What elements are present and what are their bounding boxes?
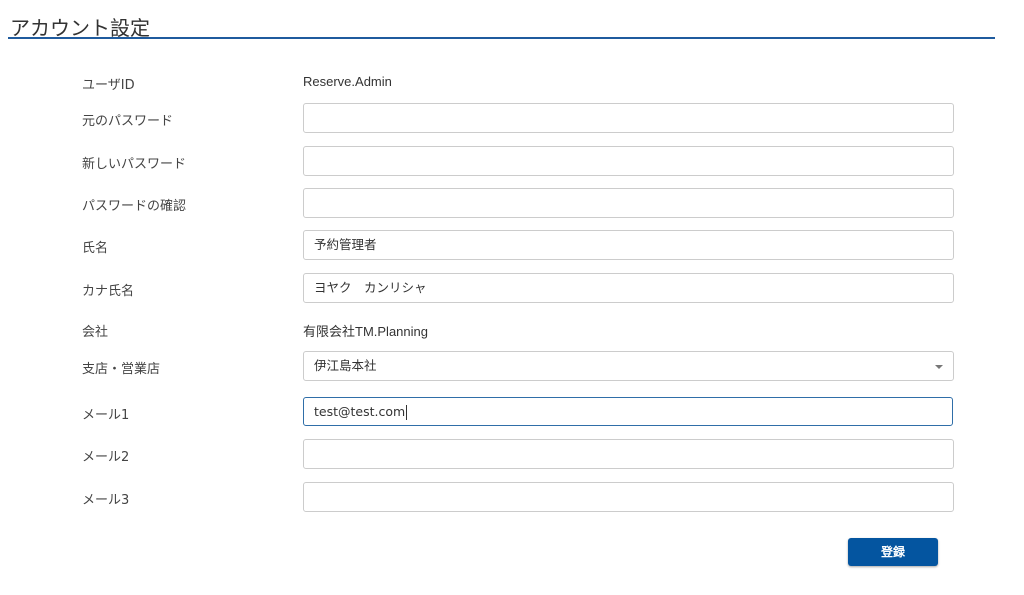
kana-name-input[interactable]: ヨヤク カンリシャ (303, 273, 954, 303)
mail1-input-value: test@test.com (314, 404, 406, 419)
new-password-label: 新しいパスワード (82, 157, 187, 172)
submit-button[interactable]: 登録 (848, 538, 938, 566)
kana-name-row: カナ氏名 ヨヤク カンリシャ (0, 273, 1024, 303)
chevron-down-icon (935, 365, 943, 369)
branch-label: 支店・営業店 (82, 362, 161, 377)
user-id-value: Reserve.Admin (303, 74, 392, 89)
kana-name-input-value: ヨヤク カンリシャ (314, 280, 427, 295)
text-caret (406, 405, 408, 421)
mail2-row: メール2 (0, 439, 1024, 469)
mail2-label: メール2 (82, 450, 130, 465)
company-label: 会社 (82, 325, 109, 340)
mail1-input[interactable]: test@test.com (303, 397, 953, 426)
branch-select[interactable]: 伊江島本社 (303, 351, 954, 381)
confirm-password-input[interactable] (303, 188, 954, 218)
confirm-password-row: パスワードの確認 (0, 188, 1024, 218)
old-password-row: 元のパスワード (0, 103, 1024, 133)
old-password-label: 元のパスワード (82, 114, 174, 129)
new-password-row: 新しいパスワード (0, 146, 1024, 176)
company-row: 会社 有限会社TM.Planning (0, 314, 1024, 344)
title-divider (8, 37, 995, 39)
name-label: 氏名 (82, 241, 109, 256)
old-password-input[interactable] (303, 103, 954, 133)
mail3-label: メール3 (82, 493, 130, 508)
name-row: 氏名 予約管理者 (0, 230, 1024, 260)
name-input-value: 予約管理者 (314, 237, 377, 252)
new-password-input[interactable] (303, 146, 954, 176)
name-input[interactable]: 予約管理者 (303, 230, 954, 260)
user-id-label: ユーザID (82, 78, 135, 93)
confirm-password-label: パスワードの確認 (82, 199, 187, 214)
mail3-row: メール3 (0, 482, 1024, 512)
mail1-label: メール1 (82, 408, 130, 423)
user-id-row: ユーザID Reserve.Admin (0, 67, 1024, 97)
branch-select-value: 伊江島本社 (314, 358, 377, 373)
mail1-row: メール1 test@test.com (0, 397, 1024, 427)
mail3-input[interactable] (303, 482, 954, 512)
kana-name-label: カナ氏名 (82, 284, 135, 299)
mail2-input[interactable] (303, 439, 954, 469)
company-value: 有限会社TM.Planning (303, 324, 428, 339)
branch-row: 支店・営業店 伊江島本社 (0, 351, 1024, 381)
